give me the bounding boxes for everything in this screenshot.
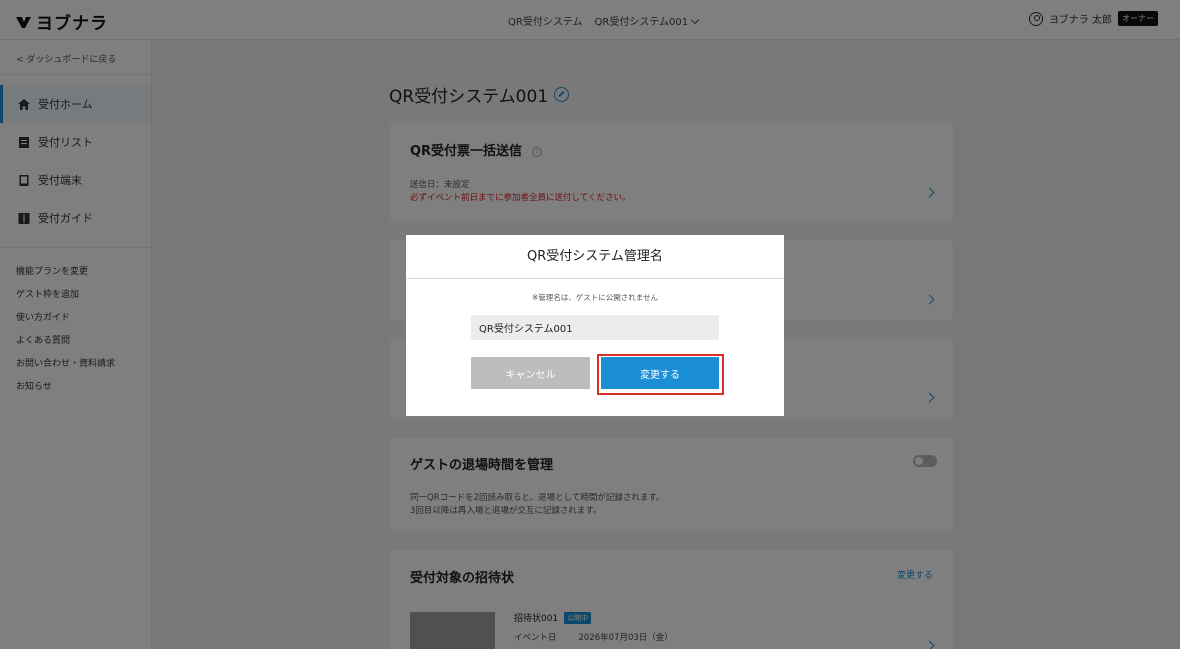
rename-modal: QR受付システム管理名 ※管理名は、ゲストに公開されません キャンセル 変更する (406, 235, 784, 416)
cancel-button[interactable]: キャンセル (471, 357, 590, 389)
highlight-box (597, 354, 724, 395)
system-name-input[interactable] (471, 315, 719, 340)
modal-note: ※管理名は、ゲストに公開されません (531, 293, 659, 302)
modal-title: QR受付システム管理名 (406, 235, 784, 279)
